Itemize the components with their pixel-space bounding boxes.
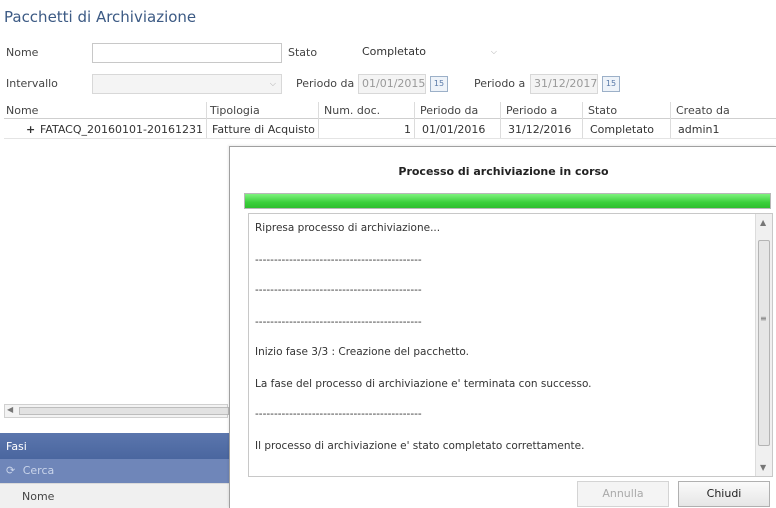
col-header-num-doc[interactable]: Num. doc.: [324, 104, 380, 117]
grid-header: Nome Tipologia Num. doc. Periodo da Peri…: [4, 102, 776, 119]
stato-select[interactable]: Completato ⌵: [358, 43, 502, 63]
nome-label: Nome: [6, 46, 39, 59]
periodo-da-label: Periodo da: [296, 77, 355, 90]
log-line: Inizio fase 3/3 : Creazione del pacchett…: [255, 346, 469, 358]
col-header-nome[interactable]: Nome: [6, 104, 38, 117]
cell-periodo-a: 31/12/2016: [508, 123, 572, 136]
col-header-periodo-a[interactable]: Periodo a: [506, 104, 557, 117]
log-line: ----------------------------------------…: [255, 254, 422, 266]
col-header-creato-da[interactable]: Creato da: [676, 104, 730, 117]
cerca-label: Cerca: [22, 464, 55, 477]
periodo-a-label: Periodo a: [474, 77, 526, 90]
nome-input[interactable]: [92, 43, 282, 63]
grip-icon: ≡: [760, 314, 767, 323]
horizontal-scrollbar[interactable]: ◀: [4, 404, 229, 418]
cell-tipologia: Fatture di Acquisto: [212, 123, 315, 136]
scrollbar-thumb[interactable]: [19, 407, 229, 415]
chevron-down-icon: ⌵: [490, 47, 497, 56]
progress-bar-fill: [245, 194, 770, 208]
cell-stato: Completato: [590, 123, 655, 136]
calendar-icon[interactable]: 15: [430, 76, 448, 92]
col-header-periodo-da[interactable]: Periodo da: [420, 104, 478, 117]
log-line: Ripresa processo di archiviazione...: [255, 222, 441, 234]
scroll-down-icon[interactable]: ▼: [760, 463, 766, 472]
cell-periodo-da: 01/01/2016: [422, 123, 486, 136]
cell-creato-da: admin1: [678, 123, 720, 136]
intervallo-select[interactable]: ⌵: [92, 74, 282, 94]
log-line: ----------------------------------------…: [255, 316, 422, 328]
fasi-nome-column-header[interactable]: Nome: [0, 483, 230, 508]
chiudi-button[interactable]: Chiudi: [678, 481, 770, 507]
scroll-left-icon[interactable]: ◀: [7, 405, 13, 414]
chevron-down-icon: ⌵: [269, 79, 276, 88]
table-row[interactable]: + FATACQ_20160101-20161231 Fatture di Ac…: [4, 119, 776, 139]
periodo-da-input[interactable]: 01/01/2015: [358, 74, 426, 94]
archiving-progress-dialog: Processo di archiviazione in corso Ripre…: [229, 146, 776, 508]
annulla-button[interactable]: Annulla: [577, 481, 669, 507]
log-line: La fase del processo di archiviazione e'…: [255, 378, 592, 390]
search-icon: ⟳: [6, 464, 16, 477]
calendar-icon[interactable]: 15: [602, 76, 620, 92]
log-textbox[interactable]: Ripresa processo di archiviazione... ---…: [248, 213, 773, 477]
intervallo-label: Intervallo: [6, 77, 58, 90]
log-line: ----------------------------------------…: [255, 408, 422, 420]
log-line: Il processo di archiviazione e' stato co…: [255, 440, 585, 452]
scroll-up-icon[interactable]: ▲: [760, 218, 766, 227]
cell-nome: FATACQ_20160101-20161231: [40, 123, 203, 136]
dialog-title: Processo di archiviazione in corso: [398, 165, 609, 178]
page-title: Pacchetti di Archiviazione: [4, 8, 197, 26]
plus-icon[interactable]: +: [26, 123, 35, 136]
col-header-stato[interactable]: Stato: [588, 104, 617, 117]
stato-label: Stato: [288, 46, 318, 59]
scrollbar-thumb[interactable]: [758, 240, 770, 446]
vertical-scrollbar[interactable]: ▲ ≡ ▼: [755, 214, 772, 476]
progress-bar: [244, 193, 771, 209]
stato-select-value: Completato: [362, 45, 427, 58]
fasi-header: Fasi: [0, 433, 230, 459]
col-header-tipologia[interactable]: Tipologia: [210, 104, 260, 117]
periodo-a-input[interactable]: 31/12/2017: [530, 74, 598, 94]
cerca-bar[interactable]: ⟳ Cerca: [0, 459, 230, 483]
log-line: ----------------------------------------…: [255, 284, 422, 296]
cell-num-doc: 1: [404, 123, 411, 136]
